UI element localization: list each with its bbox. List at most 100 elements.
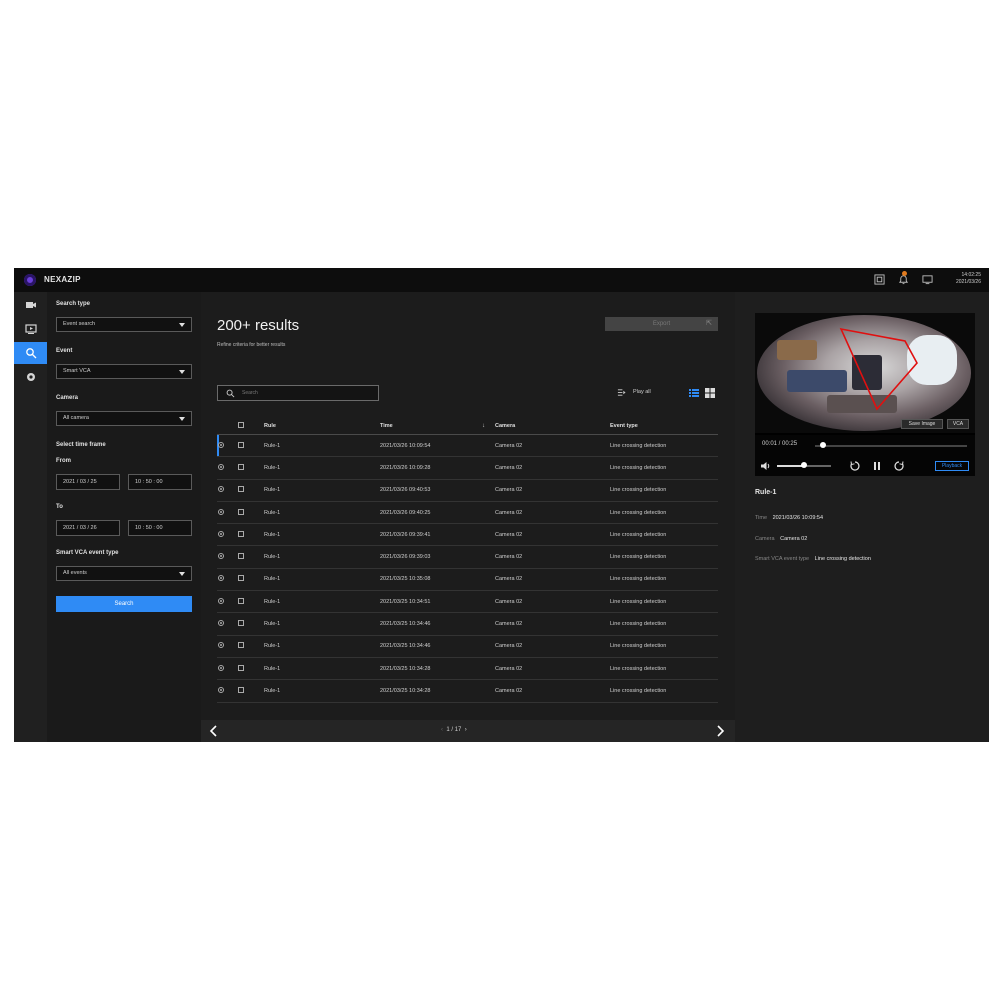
- rewind-button[interactable]: [849, 459, 861, 471]
- prev-event-button[interactable]: [208, 724, 220, 738]
- cell-time: 2021/03/26 09:39:03: [379, 545, 494, 569]
- table-row[interactable]: Rule-1 2021/03/26 09:40:25 Camera 02 Line c…: [217, 501, 718, 525]
- row-checkbox[interactable]: [238, 508, 244, 515]
- playback-button[interactable]: Playback: [935, 461, 969, 471]
- vca-toggle-button[interactable]: VCA: [947, 419, 969, 429]
- replay-icon: [850, 461, 860, 471]
- to-time-input[interactable]: 10 : 50 : 00: [128, 520, 192, 536]
- table-row[interactable]: Rule-1 2021/03/25 10:34:51 Camera 02 Line c…: [217, 590, 718, 614]
- row-play-radio[interactable]: [218, 441, 224, 448]
- playback-progress-knob[interactable]: [819, 442, 826, 448]
- row-checkbox[interactable]: [238, 575, 244, 582]
- video-frame[interactable]: Save Image VCA: [755, 313, 975, 433]
- playback-progress-track[interactable]: [815, 445, 967, 447]
- export-button[interactable]: Export ⇱: [605, 317, 718, 331]
- grid-view-button[interactable]: [704, 386, 716, 398]
- rail-settings[interactable]: [14, 366, 47, 388]
- row-play-radio[interactable]: [218, 530, 224, 537]
- cell-time: 2021/03/25 10:34:46: [379, 635, 494, 658]
- row-play-radio[interactable]: [218, 463, 224, 470]
- vca-type-select[interactable]: All events: [56, 566, 192, 581]
- table-row[interactable]: Rule-1 2021/03/26 09:39:03 Camera 02 Line c…: [217, 545, 718, 569]
- rail-search[interactable]: [14, 342, 47, 364]
- volume-button[interactable]: [760, 459, 772, 471]
- table-row[interactable]: Rule-1 2021/03/25 10:34:28 Camera 02 Line c…: [217, 679, 718, 703]
- chevron-down-icon: [179, 323, 185, 327]
- layout-icon[interactable]: [874, 274, 885, 285]
- search-type-select[interactable]: Event search: [56, 317, 192, 332]
- row-play-radio[interactable]: [218, 597, 224, 604]
- sort-descending-icon[interactable]: ↓: [482, 423, 485, 429]
- search-icon: [226, 389, 235, 398]
- column-header-camera[interactable]: Camera: [494, 417, 609, 435]
- radio-cell: [217, 635, 237, 658]
- rail-live-view[interactable]: [14, 294, 47, 316]
- row-checkbox[interactable]: [238, 486, 244, 493]
- filter-panel: Search type Event search Event Smart VCA…: [47, 292, 201, 742]
- cell-rule: Rule-1: [263, 545, 379, 569]
- row-play-radio[interactable]: [218, 508, 224, 515]
- row-checkbox[interactable]: [238, 553, 244, 560]
- checkbox-cell: [237, 434, 263, 458]
- table-row[interactable]: Rule-1 2021/03/25 10:34:28 Camera 02 Line c…: [217, 657, 718, 681]
- search-button[interactable]: Search: [56, 596, 192, 612]
- chevron-left-icon: [209, 725, 217, 737]
- results-search-input[interactable]: Search: [217, 385, 379, 401]
- pause-button[interactable]: [871, 459, 883, 471]
- row-checkbox[interactable]: [238, 530, 244, 537]
- camera-select[interactable]: All camera: [56, 411, 192, 426]
- row-checkbox[interactable]: [238, 463, 244, 470]
- checkbox-cell: [237, 501, 263, 525]
- row-play-radio[interactable]: [218, 486, 224, 493]
- column-header-event-type[interactable]: Event type: [609, 417, 718, 435]
- table-row[interactable]: Rule-1 2021/03/26 09:39:41 Camera 02 Line c…: [217, 523, 718, 547]
- table-row[interactable]: Rule-1 2021/03/25 10:34:46 Camera 02 Line c…: [217, 635, 718, 658]
- from-date-input[interactable]: 2021 / 03 / 25: [56, 474, 120, 490]
- list-view-button[interactable]: [688, 386, 700, 398]
- table-row[interactable]: Rule-1 2021/03/25 10:35:08 Camera 02 Line c…: [217, 568, 718, 592]
- row-checkbox[interactable]: [238, 664, 244, 671]
- table-row[interactable]: Rule-1 2021/03/25 10:34:46 Camera 02 Line c…: [217, 612, 718, 636]
- next-page-icon[interactable]: ›: [465, 727, 467, 733]
- prev-page-icon[interactable]: ‹: [441, 727, 443, 733]
- column-header-rule[interactable]: Rule: [263, 417, 379, 435]
- radio-cell: [217, 434, 237, 458]
- cell-event-type: Line crossing detection: [609, 456, 718, 480]
- cell-event-type: Line crossing detection: [609, 523, 718, 547]
- row-checkbox[interactable]: [238, 686, 244, 693]
- rail-playback[interactable]: [14, 318, 47, 340]
- event-select[interactable]: Smart VCA: [56, 364, 192, 379]
- forward-button[interactable]: [893, 459, 905, 471]
- cell-rule: Rule-1: [263, 434, 379, 458]
- to-date-input[interactable]: 2021 / 03 / 26: [56, 520, 120, 536]
- save-image-button[interactable]: Save Image: [901, 419, 943, 429]
- volume-slider-knob[interactable]: [801, 462, 807, 468]
- monitor-icon[interactable]: [922, 274, 933, 285]
- row-checkbox[interactable]: [238, 597, 244, 604]
- row-play-radio[interactable]: [218, 575, 224, 582]
- row-play-radio[interactable]: [218, 686, 224, 693]
- table-row[interactable]: Rule-1 2021/03/26 10:09:54 Camera 02 Line c…: [217, 434, 718, 458]
- cell-event-type: Line crossing detection: [609, 545, 718, 569]
- checkbox-cell: [237, 545, 263, 569]
- radio-cell: [217, 545, 237, 569]
- cell-time: 2021/03/26 09:40:53: [379, 479, 494, 502]
- export-icon: ⇱: [706, 320, 712, 327]
- cell-camera: Camera 02: [494, 590, 609, 614]
- row-checkbox[interactable]: [238, 642, 244, 649]
- row-play-radio[interactable]: [218, 620, 224, 627]
- cell-rule: Rule-1: [263, 501, 379, 525]
- row-play-radio[interactable]: [218, 553, 224, 560]
- play-all-button[interactable]: Play all: [617, 389, 651, 396]
- select-all-checkbox[interactable]: [238, 421, 244, 428]
- row-checkbox[interactable]: [238, 620, 244, 627]
- table-row[interactable]: Rule-1 2021/03/26 10:09:28 Camera 02 Line c…: [217, 456, 718, 480]
- next-event-button[interactable]: [714, 724, 726, 738]
- from-time-input[interactable]: 10 : 50 : 00: [128, 474, 192, 490]
- row-play-radio[interactable]: [218, 664, 224, 671]
- detail-camera-value: Camera 02: [780, 536, 808, 542]
- column-header-time[interactable]: Time ↓: [379, 417, 494, 435]
- table-row[interactable]: Rule-1 2021/03/26 09:40:53 Camera 02 Line c…: [217, 479, 718, 502]
- row-checkbox[interactable]: [238, 441, 244, 448]
- row-play-radio[interactable]: [218, 642, 224, 649]
